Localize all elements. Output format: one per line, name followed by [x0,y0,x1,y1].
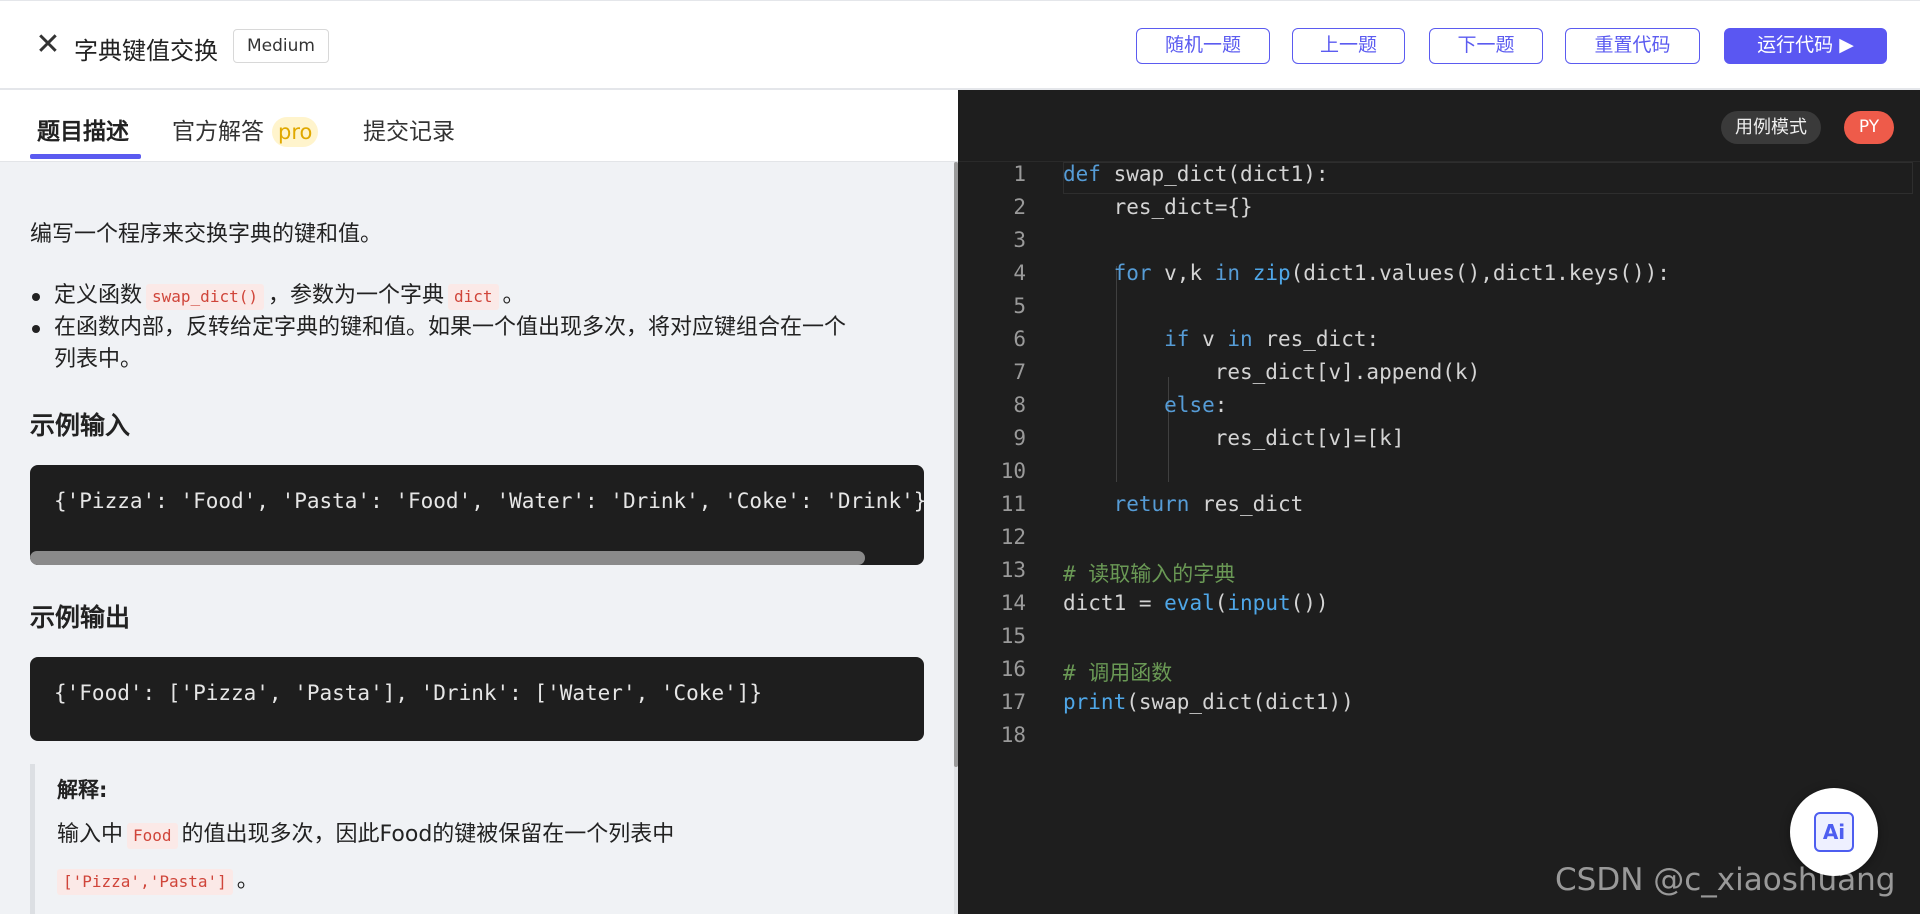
code-line: res_dict={} [1063,195,1253,219]
bullet2-line2: 列表中。 [54,347,143,372]
line-number: 17 [1000,690,1026,714]
random-problem-button[interactable]: 随机一题 [1136,28,1270,64]
problem-title: 字典键值交换 [74,37,218,65]
top-bar: ✕ 字典键值交换 Medium 随机一题 上一题 下一题 重置代码 运行代码 ▶ [0,0,1920,90]
bullet1-mid: ，参数为一个字典 [267,283,444,308]
explanation-line-2: ['Pizza','Pasta']。 [57,862,259,895]
problem-tabs: 题目描述 官方解答 pro 提交记录 [0,90,958,162]
list-item: 在函数内部，反转给定字典的键和值。如果一个值出现多次，将对应键组合在一个 列表中… [30,312,930,376]
watermark: CSDN @c_xiaoshuang [1555,862,1896,898]
explain-prefix: 输入中 [57,822,124,847]
previous-problem-button[interactable]: 上一题 [1292,28,1405,64]
inline-code-food: Food [127,823,178,849]
code-line-text: def swap_dict(dict1): [1063,162,1329,186]
code-line: if v in res_dict: [1164,327,1380,351]
line-number: 3 [1013,228,1026,252]
explanation-block: 解释: 输入中 Food 的值出现多次，因此Food的键被保留在一个列表中 ['Pi… [30,764,924,914]
code-line: def swap_dict(dict1): [1063,162,1329,186]
code-line: return res_dict [1113,492,1304,516]
bullet-icon [32,293,40,301]
line-number: 15 [1000,624,1026,648]
bullet-icon [32,325,40,333]
horizontal-scrollbar[interactable] [30,551,865,565]
line-number: 8 [1013,393,1026,417]
reset-code-button[interactable]: 重置代码 [1565,28,1700,64]
line-number: 1 [1013,162,1026,186]
tab-solution[interactable]: 官方解答 pro [172,112,319,147]
language-selector[interactable]: PY [1844,111,1894,144]
line-number: 6 [1013,327,1026,351]
line-number: 16 [1000,657,1026,681]
run-code-button[interactable]: 运行代码 ▶ [1724,28,1887,64]
code-line: res_dict[v]=[k] [1063,426,1405,450]
sample-input-text: {'Pizza': 'Food', 'Pasta': 'Food', 'Wate… [54,489,924,513]
difficulty-badge: Medium [233,29,329,63]
sample-input-block[interactable]: {'Pizza': 'Food', 'Pasta': 'Food', 'Wate… [30,465,924,565]
inline-code-dict: dict [448,284,499,310]
sample-output-block: {'Food': ['Pizza', 'Pasta'], 'Drink': ['… [30,657,924,741]
next-problem-button[interactable]: 下一题 [1429,28,1543,64]
line-number: 18 [1000,723,1026,747]
code-line: res_dict[v].append(k) [1063,360,1481,384]
sample-output-text: {'Food': ['Pizza', 'Pasta'], 'Drink': ['… [54,681,763,705]
explanation-line-1: 输入中 Food 的值出现多次，因此Food的键被保留在一个列表中 [57,816,674,849]
line-number: 5 [1013,294,1026,318]
code-line: # 调用函数 [1063,661,1173,685]
code-line: for v,k in zip(dict1.values(),dict1.keys… [1113,261,1670,285]
bullet1-prefix: 定义函数 [54,283,143,308]
line-number: 7 [1013,360,1026,384]
code-line: print(swap_dict(dict1)) [1063,690,1354,714]
sample-output-heading: 示例输出 [30,603,131,632]
close-icon[interactable]: ✕ [34,30,62,60]
tab-solution-label: 官方解答 [172,119,264,145]
explain-end: 。 [236,868,259,893]
code-line: else: [1164,393,1228,417]
pro-badge: pro [272,117,319,147]
sample-input-heading: 示例输入 [30,411,131,440]
line-number: 14 [1000,591,1026,615]
ai-icon: Ai [1814,812,1854,852]
problem-panel: 题目描述 官方解答 pro 提交记录 编写一个程序来交换字典的键和值。 定义函数 s… [0,90,958,914]
line-number: 10 [1000,459,1026,483]
bullet2-line1: 在函数内部，反转给定字典的键和值。如果一个值出现多次，将对应键组合在一个 [54,315,847,340]
inline-code-function: swap_dict() [146,284,264,310]
tab-submissions[interactable]: 提交记录 [363,112,455,146]
explain-rest: 的值出现多次，因此Food的键被保留在一个列表中 [181,822,675,847]
test-case-mode-toggle[interactable]: 用例模式 [1721,111,1821,144]
line-number: 13 [1000,558,1026,582]
list-item: 定义函数 swap_dict() ，参数为一个字典 dict。 [30,280,930,312]
line-number: 11 [1000,492,1026,516]
problem-intro: 编写一个程序来交换字典的键和值。 [30,222,383,247]
inline-code-list: ['Pizza','Pasta'] [57,869,233,895]
requirements-list: 定义函数 swap_dict() ，参数为一个字典 dict。 在函数内部，反转给定字… [30,280,930,376]
active-tab-indicator [30,154,141,159]
line-number: 9 [1013,426,1026,450]
line-number: 4 [1013,261,1026,285]
code-line: dict1 = eval(input()) [1063,591,1329,615]
line-number: 12 [1000,525,1026,549]
editor-toolbar: 用例模式 PY [958,90,1920,162]
code-editor[interactable]: 用例模式 PY 1 2 3 4 5 6 7 8 9 10 11 12 13 14… [958,90,1920,914]
explanation-title: 解释: [57,778,108,802]
tab-description[interactable]: 题目描述 [37,112,129,146]
code-line: # 读取输入的字典 [1063,562,1236,586]
line-number: 2 [1013,195,1026,219]
bullet1-suffix: 。 [502,283,525,308]
